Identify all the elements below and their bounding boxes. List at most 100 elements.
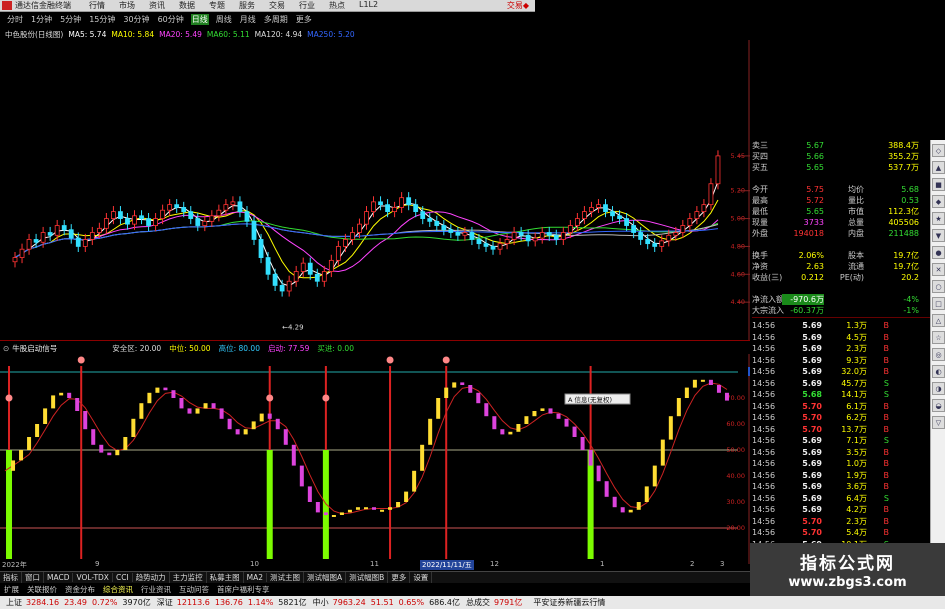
candle-body (582, 211, 587, 219)
indicator-step (588, 450, 593, 466)
ma-legend-item-0: 中色股份(日线图) (5, 29, 64, 39)
indicator-title[interactable]: 牛股启动信号 (12, 343, 57, 354)
menu-item-7[interactable]: 行业 (299, 0, 315, 11)
indicator-tab-3[interactable]: VOL-TDX (73, 573, 113, 582)
info-tab-0[interactable]: 扩展 (0, 584, 23, 595)
info-tab-2[interactable]: 资金分布 (61, 584, 99, 595)
indicator-step (668, 416, 673, 440)
side-tool-icon[interactable]: ◆ (932, 195, 945, 208)
side-tool-icon[interactable]: ○ (932, 280, 945, 293)
menu-item-5[interactable]: 服务 (239, 0, 255, 11)
index-quote[interactable]: 深证 12113.6 136.76 1.14% 5821亿 (157, 597, 307, 608)
side-tool-icon[interactable]: ☆ (932, 331, 945, 344)
menu-item-6[interactable]: 交易 (269, 0, 285, 11)
indicator-tab-5[interactable]: 趋势动力 (133, 572, 170, 583)
period-item-6[interactable]: 日线 (190, 14, 209, 25)
indicator-tab-10[interactable]: 测试幅图A (304, 572, 347, 583)
candle-body (160, 209, 166, 219)
candle-body (371, 201, 376, 213)
side-tool-icon[interactable]: □ (932, 297, 945, 310)
tick-side: B (883, 332, 890, 342)
index-name: 中小 (312, 598, 329, 607)
info-tab-1[interactable]: 关联报价 (23, 584, 61, 595)
index-amount: 5821亿 (278, 598, 307, 607)
date-axis-label-8: 3 (720, 560, 725, 568)
indicator-step (492, 416, 497, 430)
index-quote[interactable]: 上证 3284.16 23.49 0.72% 3970亿 (6, 597, 151, 608)
side-toolbar: ◇ ▲ ■ ◆ ★ ▼ ● ✕ ○ □ △ ☆ ◎ ◐ ◑ ◒ ▽ (930, 140, 945, 580)
candle-body (631, 225, 637, 233)
side-tool-icon[interactable]: △ (932, 314, 945, 327)
indicator-settings-icon[interactable]: ⊙ (3, 344, 9, 353)
period-item-9[interactable]: 多周期 (263, 14, 289, 25)
candle-body (153, 218, 158, 226)
indicator-chart[interactable]: 70.0060.0050.0040.0030.0020.00A 信息(无复权)7… (0, 354, 750, 564)
indicator-tab-9[interactable]: 测试主图 (267, 572, 305, 583)
side-tool-icon[interactable]: ▼ (932, 229, 945, 242)
indicator-tab-4[interactable]: CCI (113, 573, 133, 582)
side-tool-icon[interactable]: ■ (932, 178, 945, 191)
side-tool-icon[interactable]: ◑ (932, 382, 945, 395)
side-tool-icon[interactable]: ★ (932, 212, 945, 225)
period-item-3[interactable]: 15分钟 (88, 14, 116, 25)
quote-value2: 5.68 (901, 185, 919, 194)
menu-item-0[interactable]: 行情 (89, 0, 105, 11)
info-tab-3[interactable]: 综合资讯 (99, 584, 137, 595)
menu-item-1[interactable]: 市场 (119, 0, 135, 11)
quote-key: 大宗流入 (752, 306, 784, 315)
indicator-step (444, 387, 449, 398)
indicator-tab-12[interactable]: 更多 (388, 572, 411, 583)
indicator-tab-6[interactable]: 主力监控 (170, 572, 207, 583)
tick-side: B (883, 424, 890, 434)
side-tool-icon[interactable]: ◎ (932, 348, 945, 361)
index-quote[interactable]: 中小 7963.24 51.51 0.65% 686.4亿 (313, 597, 460, 608)
indicator-tab-11[interactable]: 测试幅图B (346, 572, 389, 583)
period-item-5[interactable]: 60分钟 (157, 14, 185, 25)
tick-side: S (883, 378, 889, 388)
period-item-0[interactable]: 分时 (6, 14, 24, 25)
period-item-1[interactable]: 1分钟 (30, 14, 53, 25)
info-tab-5[interactable]: 互动问答 (175, 584, 213, 595)
side-tool-icon[interactable]: ● (932, 246, 945, 259)
quote-value: 194018 (793, 229, 824, 238)
menu-item-4[interactable]: 专题 (209, 0, 225, 11)
side-tool-icon[interactable]: ◇ (932, 144, 945, 157)
indicator-tab-7[interactable]: 私募主图 (207, 572, 244, 583)
menu-item-8[interactable]: 热点 (329, 0, 345, 11)
period-item-2[interactable]: 5分钟 (59, 14, 82, 25)
quote-value2: 537.7万 (888, 163, 919, 172)
info-tab-6[interactable]: 首席户福利专享 (213, 584, 274, 595)
chart-divider[interactable] (0, 340, 750, 341)
indicator-tab-1[interactable]: 窗口 (22, 572, 44, 583)
indicator-step (43, 408, 48, 424)
period-item-10[interactable]: 更多 (295, 14, 313, 25)
period-item-8[interactable]: 月线 (239, 14, 257, 25)
indicator-tab-0[interactable]: 指标 (0, 572, 22, 583)
side-tool-icon[interactable]: ▽ (932, 416, 945, 429)
indicator-header: ⊙ 牛股启动信号 安全区: 20.00 中位: 50.00 高位: 80.00 启动:… (0, 342, 750, 354)
candle-body (392, 207, 398, 213)
tick-side: B (883, 528, 890, 538)
side-tool-icon[interactable]: ◒ (932, 399, 945, 412)
candle-body (504, 239, 510, 245)
period-item-7[interactable]: 周线 (215, 14, 233, 25)
side-tool-icon[interactable]: ◐ (932, 365, 945, 378)
indicator-value-2: 高位: 80.00 (218, 343, 260, 353)
info-tab-4[interactable]: 行业资讯 (137, 584, 175, 595)
index-quote[interactable]: 总成交 9791亿 (466, 597, 527, 608)
date-axis: 2022年 9 10 11 2022/11/11/五 12 1 2 3 (0, 560, 750, 570)
trade-button[interactable]: 交易◆ (507, 0, 529, 11)
indicator-tab-2[interactable]: MACD (44, 573, 74, 582)
indicator-step (604, 481, 609, 497)
indicator-tab-13[interactable]: 设置 (410, 572, 433, 583)
side-tool-icon[interactable]: ✕ (932, 263, 945, 276)
period-item-4[interactable]: 30分钟 (122, 14, 150, 25)
indicator-tab-8[interactable]: MA2 (244, 573, 268, 582)
date-axis-label-4: 2022/11/11/五 (420, 560, 474, 570)
menu-item-2[interactable]: 资讯 (149, 0, 165, 11)
menu-item-3[interactable]: 数据 (179, 0, 195, 11)
side-tool-icon[interactable]: ▲ (932, 161, 945, 174)
menu-item-9[interactable]: L1L2 (359, 0, 378, 11)
candlestick-chart[interactable]: 5.455.205.004.804.604.40←4.29 (0, 40, 750, 340)
tick-price: 5.69 (802, 436, 822, 446)
